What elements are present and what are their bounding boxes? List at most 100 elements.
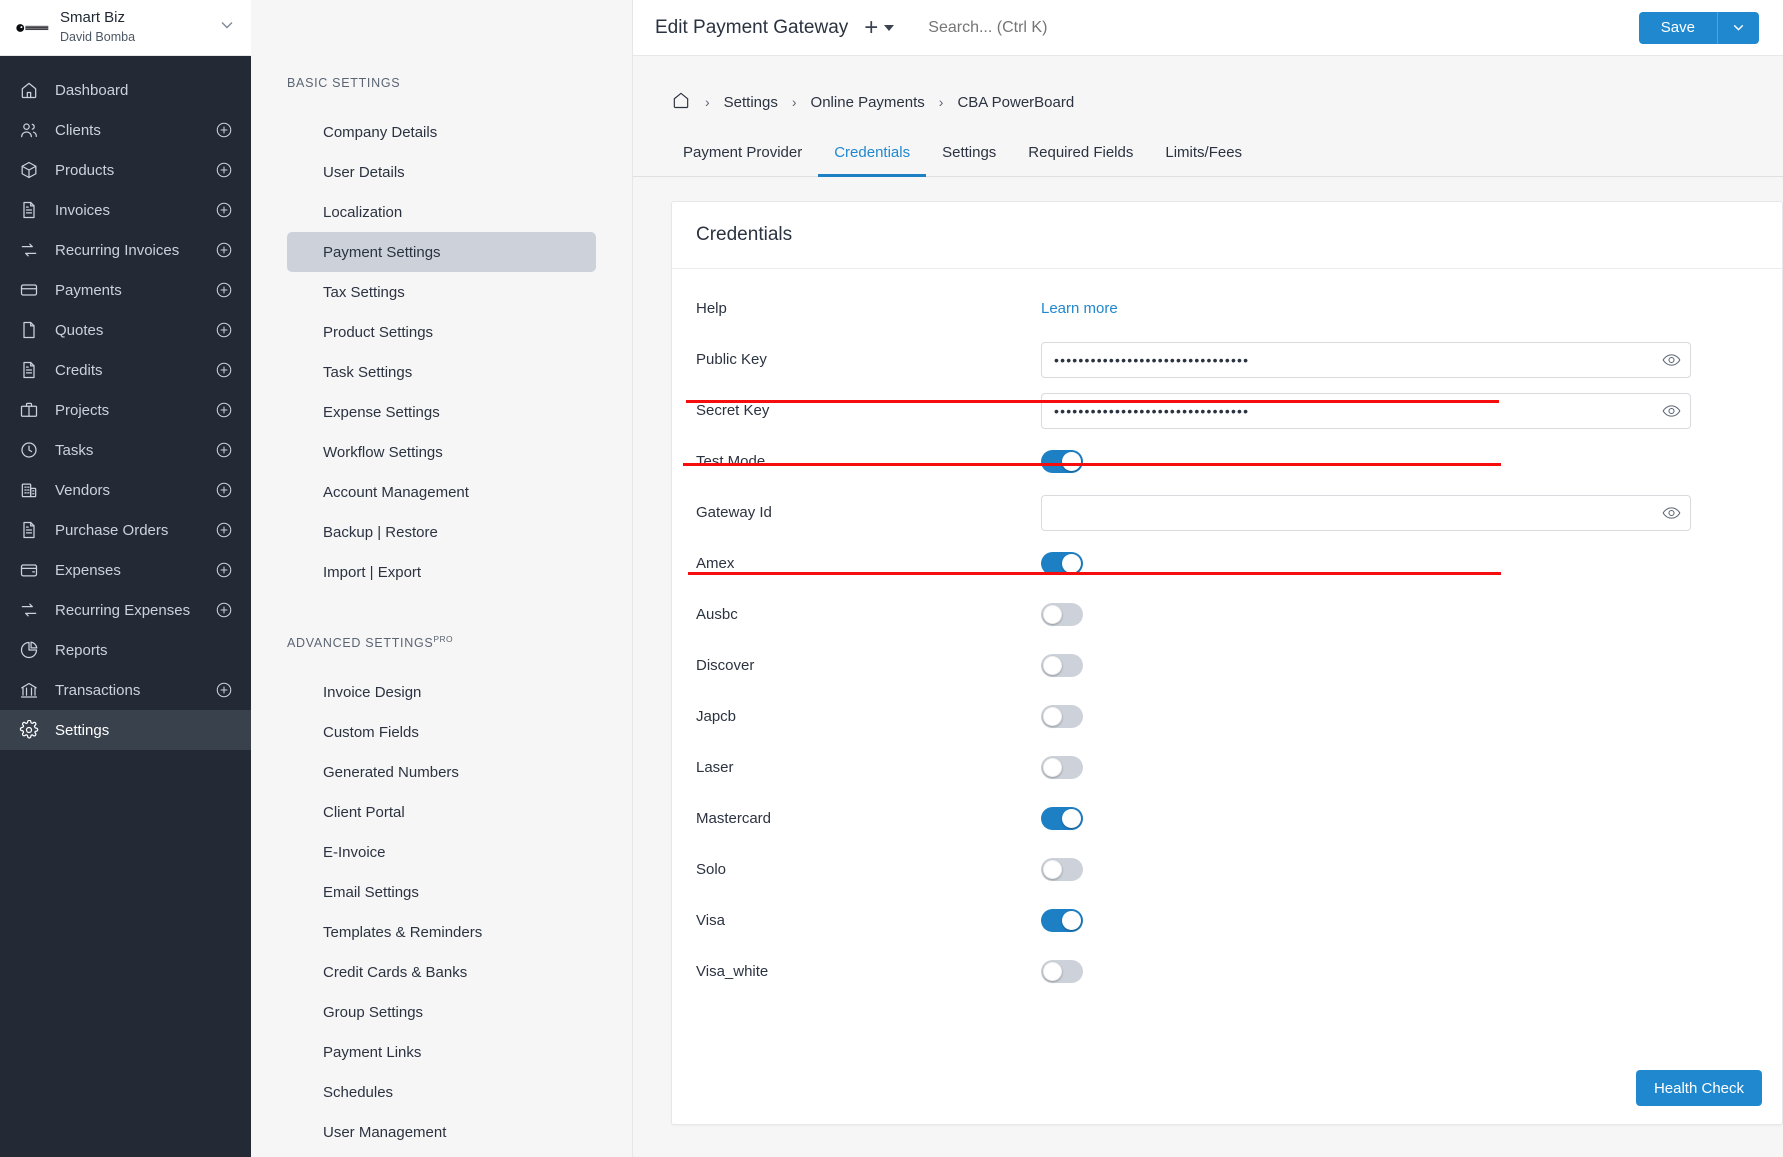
eye-icon[interactable] (1662, 401, 1681, 420)
public-key-input[interactable] (1041, 341, 1691, 378)
eye-icon[interactable] (1662, 503, 1681, 522)
settings-item-templates-reminders[interactable]: Templates & Reminders (287, 912, 596, 952)
sidebar-add-transactions-icon[interactable] (215, 681, 233, 699)
eye-icon[interactable] (1662, 350, 1681, 369)
sidebar-item-label: Purchase Orders (55, 521, 169, 539)
sidebar-add-expenses-icon[interactable] (215, 561, 233, 579)
sidebar-add-products-icon[interactable] (215, 161, 233, 179)
sidebar-add-payments-icon[interactable] (215, 281, 233, 299)
settings-item-backup-restore[interactable]: Backup | Restore (287, 512, 596, 552)
discover-toggle[interactable] (1041, 654, 1083, 677)
caret-down-icon[interactable] (884, 24, 895, 31)
sidebar-item-vendors[interactable]: Vendors (0, 470, 251, 510)
secret-key-input[interactable] (1041, 392, 1691, 429)
sidebar-add-tasks-icon[interactable] (215, 441, 233, 459)
visa-toggle[interactable] (1041, 909, 1083, 932)
settings-item-label: Product Settings (323, 323, 434, 341)
sidebar-item-clients[interactable]: Clients (0, 110, 251, 150)
settings-item-workflow-settings[interactable]: Workflow Settings (287, 432, 596, 472)
laser-toggle[interactable] (1041, 756, 1083, 779)
settings-item-custom-fields[interactable]: Custom Fields (287, 712, 596, 752)
chevron-down-icon[interactable] (217, 15, 237, 40)
sidebar-item-purchase-orders[interactable]: Purchase Orders (0, 510, 251, 550)
sidebar-item-reports[interactable]: Reports (0, 630, 251, 670)
visa-white-label: Visa_white (696, 963, 769, 980)
sidebar-add-credits-icon[interactable] (215, 361, 233, 379)
sidebar-item-payments[interactable]: Payments (0, 270, 251, 310)
settings-item-user-management[interactable]: User Management (287, 1112, 596, 1152)
settings-item-company-details[interactable]: Company Details (287, 112, 596, 152)
plus-icon[interactable]: + (864, 15, 878, 40)
sidebar-item-recurring-invoices[interactable]: Recurring Invoices (0, 230, 251, 270)
sidebar-add-recurring-expenses-icon[interactable] (215, 601, 233, 619)
file-icon (18, 320, 39, 341)
settings-item-user-details[interactable]: User Details (287, 152, 596, 192)
sidebar-item-settings[interactable]: Settings (0, 710, 251, 750)
sidebar-add-quotes-icon[interactable] (215, 321, 233, 339)
settings-item-generated-numbers[interactable]: Generated Numbers (287, 752, 596, 792)
health-check-button[interactable]: Health Check (1635, 1070, 1762, 1106)
save-dropdown-button[interactable] (1717, 11, 1759, 44)
gateway-id-input[interactable] (1041, 494, 1691, 531)
breadcrumb-item-settings[interactable]: Settings (724, 94, 778, 111)
solo-toggle[interactable] (1041, 858, 1083, 881)
tab-credentials[interactable]: Credentials (818, 134, 927, 177)
settings-item-e-invoice[interactable]: E-Invoice (287, 832, 596, 872)
settings-item-expense-settings[interactable]: Expense Settings (287, 392, 596, 432)
sidebar-item-dashboard[interactable]: Dashboard (0, 70, 251, 110)
mastercard-toggle[interactable] (1041, 807, 1083, 830)
visa-white-toggle[interactable] (1041, 960, 1083, 983)
home-icon[interactable] (671, 90, 691, 114)
sidebar-add-clients-icon[interactable] (215, 121, 233, 139)
search-input[interactable] (928, 18, 1639, 37)
sidebar-item-invoices[interactable]: Invoices (0, 190, 251, 230)
settings-item-task-settings[interactable]: Task Settings (287, 352, 596, 392)
sidebar-add-invoices-icon[interactable] (215, 201, 233, 219)
breadcrumb-item-online-payments[interactable]: Online Payments (811, 94, 925, 111)
settings-item-import-export[interactable]: Import | Export (287, 552, 596, 592)
settings-item-group-settings[interactable]: Group Settings (287, 992, 596, 1032)
sidebar-add-purchase-orders-icon[interactable] (215, 521, 233, 539)
document-icon (18, 360, 39, 381)
sidebar-item-quotes[interactable]: Quotes (0, 310, 251, 350)
app-root: Smart Biz David Bomba Dashboard Clients Pr… (0, 0, 1783, 1157)
settings-item-payment-settings[interactable]: Payment Settings (287, 232, 596, 272)
sidebar-item-projects[interactable]: Projects (0, 390, 251, 430)
settings-item-client-portal[interactable]: Client Portal (287, 792, 596, 832)
sidebar-item-credits[interactable]: Credits (0, 350, 251, 390)
settings-item-account-management[interactable]: Account Management (287, 472, 596, 512)
tab-limits-fees[interactable]: Limits/Fees (1149, 134, 1258, 177)
tab-settings[interactable]: Settings (926, 134, 1012, 177)
sidebar-item-expenses[interactable]: Expenses (0, 550, 251, 590)
test-mode-toggle[interactable] (1041, 450, 1083, 473)
settings-item-tax-settings[interactable]: Tax Settings (287, 272, 596, 312)
sidebar-item-products[interactable]: Products (0, 150, 251, 190)
settings-item-product-settings[interactable]: Product Settings (287, 312, 596, 352)
settings-item-credit-cards-banks[interactable]: Credit Cards & Banks (287, 952, 596, 992)
invoiceninja-logo-icon (16, 11, 50, 45)
settings-item-payment-links[interactable]: Payment Links (287, 1032, 596, 1072)
company-switcher[interactable]: Smart Biz David Bomba (0, 0, 251, 56)
sidebar-item-label: Recurring Expenses (55, 601, 191, 619)
sidebar-item-label: Payments (55, 281, 122, 299)
settings-item-schedules[interactable]: Schedules (287, 1072, 596, 1112)
sidebar-item-recurring-expenses[interactable]: Recurring Expenses (0, 590, 251, 630)
tab-required-fields[interactable]: Required Fields (1012, 134, 1149, 177)
sidebar-item-transactions[interactable]: Transactions (0, 670, 251, 710)
annotation-underline-public-key (686, 400, 1499, 403)
breadcrumb-item-cba-powerboard[interactable]: CBA PowerBoard (957, 94, 1074, 111)
settings-item-email-settings[interactable]: Email Settings (287, 872, 596, 912)
sidebar-add-projects-icon[interactable] (215, 401, 233, 419)
settings-item-localization[interactable]: Localization (287, 192, 596, 232)
ausbc-toggle[interactable] (1041, 603, 1083, 626)
repeat-icon (18, 240, 39, 261)
save-button[interactable]: Save (1638, 11, 1717, 44)
learn-more-link[interactable]: Learn more (1041, 300, 1118, 317)
tab-payment-provider[interactable]: Payment Provider (667, 134, 818, 177)
sidebar-add-vendors-icon[interactable] (215, 481, 233, 499)
sidebar-add-recurring-invoices-icon[interactable] (215, 241, 233, 259)
sidebar-item-tasks[interactable]: Tasks (0, 430, 251, 470)
japcb-toggle[interactable] (1041, 705, 1083, 728)
help-row: Help Learn more (672, 283, 1782, 334)
settings-item-invoice-design[interactable]: Invoice Design (287, 672, 596, 712)
